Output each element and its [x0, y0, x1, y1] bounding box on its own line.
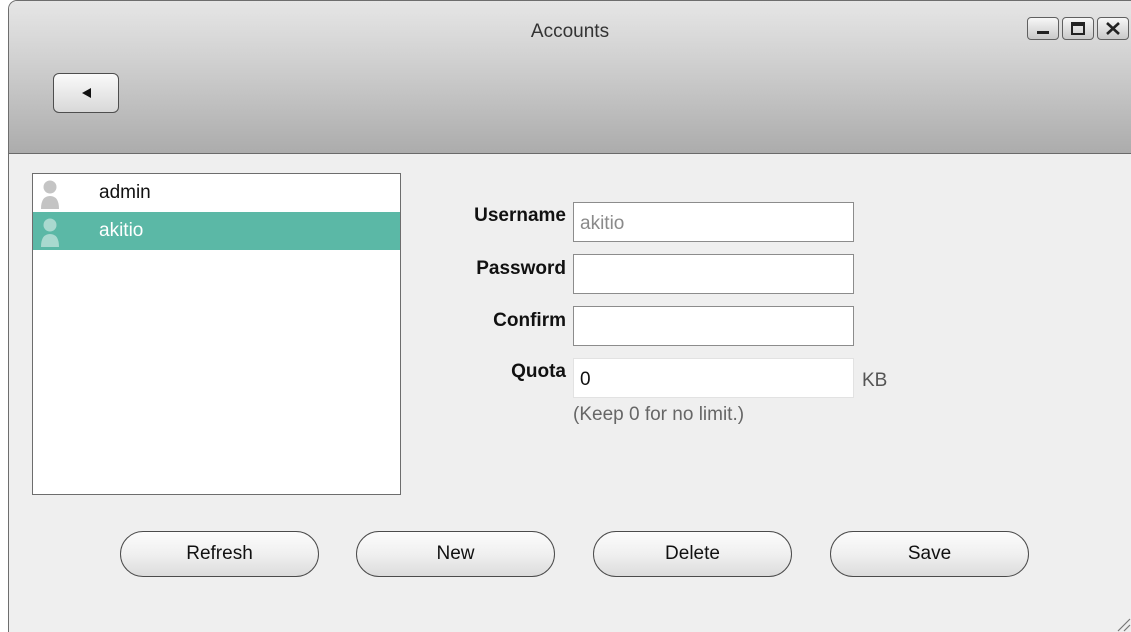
user-icon — [41, 218, 59, 247]
close-button[interactable] — [1097, 17, 1129, 40]
left-triangle-icon — [82, 88, 91, 98]
window-title: Accounts — [530, 21, 610, 42]
new-button[interactable]: New — [356, 531, 555, 577]
minimize-icon — [1037, 31, 1049, 34]
list-item-admin[interactable]: admin — [33, 174, 400, 212]
close-icon — [1106, 22, 1120, 35]
back-button[interactable] — [53, 73, 119, 113]
list-item-akitio[interactable]: akitio — [33, 212, 400, 250]
maximize-button[interactable] — [1062, 17, 1094, 40]
minimize-button[interactable] — [1027, 17, 1059, 40]
delete-button[interactable]: Delete — [593, 531, 792, 577]
title-bar[interactable]: Accounts — [9, 1, 1131, 154]
user-name: admin — [99, 182, 151, 203]
quota-field[interactable] — [573, 358, 854, 398]
quota-unit: KB — [862, 370, 888, 391]
user-icon — [41, 180, 59, 209]
password-label: Password — [476, 258, 566, 279]
window-controls — [1027, 17, 1129, 40]
user-name: akitio — [99, 220, 144, 241]
maximize-icon — [1071, 22, 1085, 35]
quota-hint: (Keep 0 for no limit.) — [573, 404, 745, 425]
resize-grip-icon[interactable] — [1115, 616, 1131, 632]
password-field[interactable] — [573, 254, 854, 294]
save-button[interactable]: Save — [830, 531, 1029, 577]
username-field[interactable] — [573, 202, 854, 242]
confirm-password-field[interactable] — [573, 306, 854, 346]
user-list[interactable]: admin akitio — [32, 173, 401, 495]
refresh-button[interactable]: Refresh — [120, 531, 319, 577]
quota-label: Quota — [511, 361, 566, 382]
accounts-window: Accounts admin akitio Username akitio Pa… — [8, 0, 1131, 632]
username-label: Username — [474, 205, 566, 226]
confirm-label: Confirm — [493, 310, 566, 331]
